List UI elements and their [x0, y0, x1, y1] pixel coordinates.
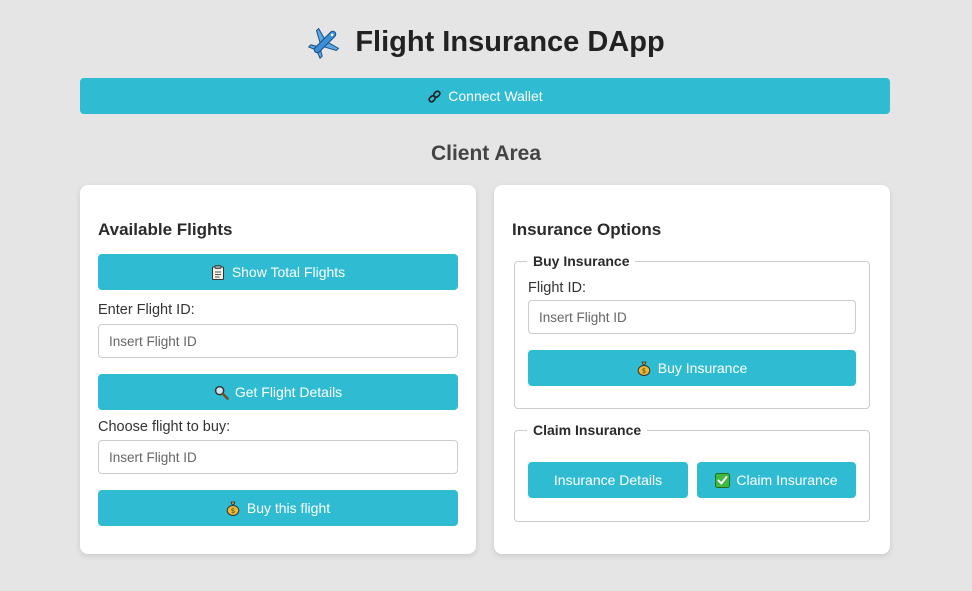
- insurance-options-title: Insurance Options: [512, 220, 662, 239]
- buy-this-flight-label: Buy this flight: [246, 500, 331, 516]
- claim-insurance-legend: Claim Insurance: [527, 422, 648, 438]
- claim-insurance-button[interactable]: Claim Insurance: [697, 462, 856, 498]
- check-mark-icon: [715, 472, 731, 488]
- choose-flight-label: Choose flight to buy:: [98, 419, 231, 435]
- money-bag-icon: $: [637, 361, 652, 376]
- magnifier-icon: [214, 385, 229, 400]
- buy-insurance-button[interactable]: $ Buy Insurance: [528, 350, 856, 386]
- choose-flight-input[interactable]: Insert Flight ID: [98, 440, 458, 474]
- claim-insurance-label: Claim Insurance: [736, 472, 838, 488]
- buy-insurance-fieldset: Buy Insurance Flight ID: Insert Flight I…: [514, 253, 870, 409]
- insurance-details-button[interactable]: Insurance Details: [528, 462, 688, 498]
- get-flight-details-button[interactable]: Get Flight Details: [98, 374, 458, 410]
- connect-wallet-button[interactable]: Connect Wallet: [80, 78, 890, 114]
- svg-text:$: $: [642, 367, 646, 375]
- svg-text:$: $: [231, 507, 235, 515]
- connect-wallet-label: Connect Wallet: [448, 88, 543, 104]
- flight-id-input[interactable]: Insert Flight ID: [98, 324, 458, 358]
- client-area-title: Client Area: [430, 142, 542, 165]
- clipboard-icon: [211, 264, 226, 280]
- page-title-text: Flight Insurance DApp: [355, 25, 665, 58]
- buy-this-flight-button[interactable]: $ Buy this flight: [98, 490, 458, 526]
- link-icon: [427, 89, 442, 104]
- buy-flight-id-label: Flight ID:: [528, 280, 587, 296]
- get-flight-details-label: Get Flight Details: [234, 384, 343, 400]
- buy-insurance-legend: Buy Insurance: [527, 253, 636, 269]
- page-title: Flight Insurance DApp: [0, 24, 972, 60]
- claim-insurance-fieldset: Claim Insurance Insurance Details Claim …: [514, 422, 870, 522]
- available-flights-title: Available Flights: [98, 220, 233, 239]
- show-total-flights-button[interactable]: Show Total Flights: [98, 254, 458, 290]
- buy-insurance-label: Buy Insurance: [657, 360, 748, 376]
- insurance-options-card: Insurance Options Buy Insurance Flight I…: [494, 185, 890, 554]
- show-total-flights-label: Show Total Flights: [231, 264, 346, 280]
- insurance-details-label: Insurance Details: [553, 472, 663, 488]
- money-bag-icon: $: [226, 501, 241, 516]
- available-flights-card: Available Flights Show Total Flights Ent…: [80, 185, 476, 554]
- airplane-icon: [307, 24, 343, 60]
- buy-insurance-flight-id-input[interactable]: Insert Flight ID: [528, 300, 856, 334]
- enter-flight-id-label: Enter Flight ID:: [98, 302, 195, 318]
